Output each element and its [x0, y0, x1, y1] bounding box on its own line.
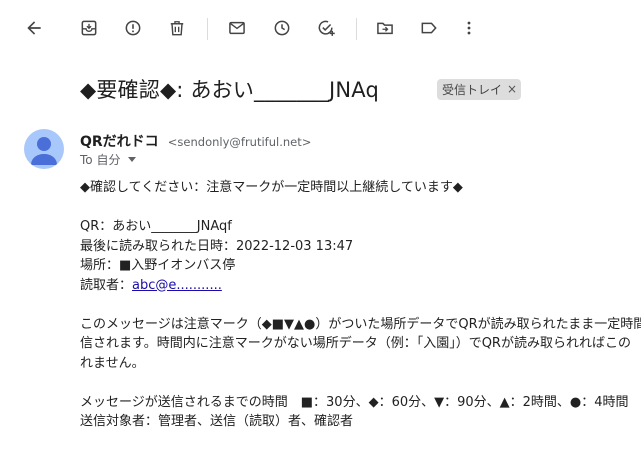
mark-unread-button[interactable] — [221, 12, 253, 44]
recipient-label: To 自分 — [80, 153, 121, 167]
archive-icon — [81, 20, 97, 36]
remove-label-icon[interactable]: × — [507, 82, 517, 96]
sender-row: QRだれドコ <sendonly@frutiful.net> — [80, 131, 311, 151]
body-heading-line: ◆確認してください：注意マークが一定時間以上継続しています◆ — [80, 180, 463, 195]
more-vert-icon — [467, 21, 471, 35]
subject-row: ◆要確認◆: あおい_______JNAq 受信トレイ × — [80, 72, 522, 106]
add-task-button[interactable] — [310, 12, 342, 44]
body-paragraph-line: 信されます。時間内に注意マークがない場所データ（例：「入園」）でQRが読み取られ… — [80, 336, 631, 351]
mail-icon — [229, 21, 245, 35]
arrow-left-icon — [27, 21, 41, 35]
archive-button[interactable] — [73, 12, 105, 44]
move-to-button[interactable] — [369, 12, 401, 44]
report-spam-icon — [125, 20, 141, 36]
toolbar-divider — [356, 18, 357, 40]
label-chip-text: 受信トレイ — [441, 82, 502, 97]
body-place-line: 場所：■入野イオンバス停 — [80, 258, 236, 273]
body-last-read-line: 最後に読み取られた日時：2022-12-03 13:47 — [80, 238, 354, 254]
reader-email-link[interactable]: abc@e........... — [132, 278, 222, 293]
more-options-button[interactable] — [453, 12, 485, 44]
label-icon — [421, 22, 437, 34]
trash-icon — [170, 21, 184, 36]
clock-icon — [274, 20, 290, 36]
delete-button[interactable] — [161, 12, 193, 44]
person-icon — [31, 137, 57, 165]
sender-name[interactable]: QRだれドコ — [80, 134, 159, 150]
body-reader-line: 読取者：abc@e........... — [80, 276, 641, 296]
toolbar-divider — [207, 18, 208, 40]
body-times-line: メッセージが送信されるまでの時間 ■：30分、◆：60分、▼：90分、▲：2時間… — [80, 394, 629, 410]
email-body: ◆確認してください：注意マークが一定時間以上継続しています◆ QR：あおい___… — [80, 178, 641, 432]
snooze-button[interactable] — [266, 12, 298, 44]
body-targets-line: 送信対象者：管理者、送信（読取）者、確認者 — [80, 414, 354, 429]
back-button[interactable] — [18, 12, 50, 44]
reader-label: 読取者： — [80, 277, 133, 293]
add-task-icon — [318, 20, 335, 36]
body-paragraph-line: れません。 — [80, 355, 145, 371]
move-to-icon — [377, 22, 393, 35]
email-subject: ◆要確認◆: あおい_______JNAq — [80, 78, 379, 102]
sender-avatar[interactable] — [24, 129, 64, 169]
labels-button[interactable] — [413, 12, 445, 44]
message-toolbar — [0, 8, 641, 52]
recipient-details-toggle[interactable]: To 自分 — [80, 151, 137, 168]
inbox-label-chip[interactable]: 受信トレイ × — [436, 78, 522, 100]
report-spam-button[interactable] — [117, 12, 149, 44]
sender-email: <sendonly@frutiful.net> — [167, 135, 312, 149]
chevron-down-icon — [128, 157, 137, 162]
body-paragraph-line: このメッセージは注意マーク（◆■▼▲●）がついた場所データでQRが読み取られたま… — [80, 316, 641, 332]
body-qr-line: QR：あおい_______JNAqf — [80, 219, 232, 234]
